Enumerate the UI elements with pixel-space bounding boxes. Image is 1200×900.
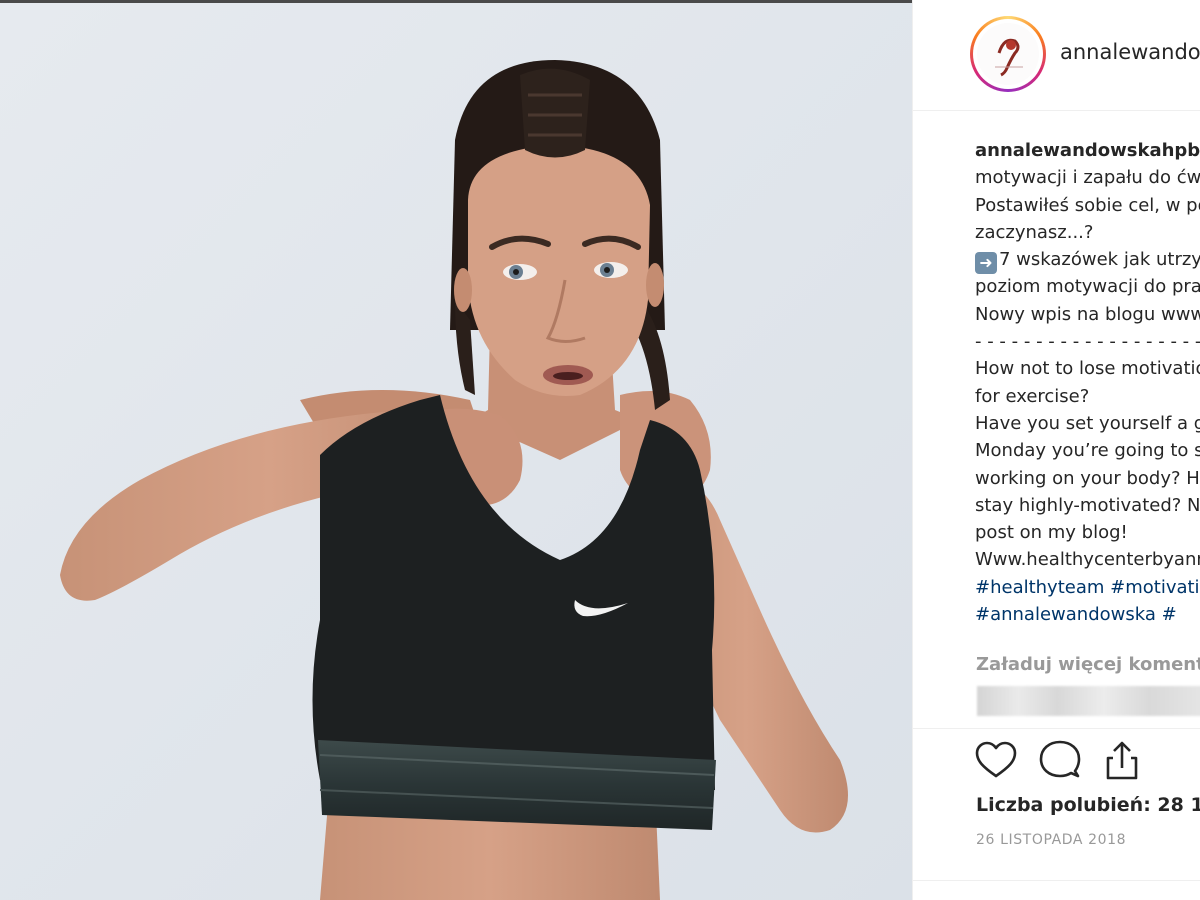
caption-line: Www.healthycenterbyann.com (975, 546, 1200, 573)
caption-line: ➜7 wskazówek jak utrzymać wysoki (975, 246, 1200, 275)
caption-line: motywacji i zapału do ćwiczeń? (975, 164, 1200, 191)
caption-hashtags[interactable]: #annalewandowska # (975, 601, 1200, 628)
heart-icon (975, 741, 1017, 778)
like-button[interactable] (973, 738, 1019, 784)
header-separator (913, 110, 1200, 111)
caption-line: working on your body? How to (975, 465, 1200, 492)
caption-line: stay highly-motivated? New (975, 492, 1200, 519)
caption-line-text: Postawiłeś sobie cel, w poniedziałek (975, 194, 1200, 216)
caption-line: for exercise? (975, 383, 1200, 410)
load-more-comments-link[interactable]: Załaduj więcej komentarzy (976, 654, 1200, 675)
share-button[interactable] (1099, 738, 1145, 784)
right-arrow-emoji-icon: ➜ (975, 252, 997, 275)
caption-line-text: #healthyteam #motivation (975, 576, 1200, 598)
caption-line: Postawiłeś sobie cel, w poniedziałek (975, 192, 1200, 219)
post-date[interactable]: 26 LISTOPADA 2018 (976, 832, 1126, 848)
avatar[interactable] (970, 16, 1046, 92)
comment-button[interactable] (1037, 738, 1083, 784)
header-username[interactable]: annalewandowskahpba (1060, 40, 1200, 64)
avatar-image (977, 23, 1039, 85)
caption-line-text: Monday you’re going to start (975, 440, 1200, 462)
caption-line: How not to lose motivation (975, 355, 1200, 382)
caption-username[interactable]: annalewandowskahpba (975, 137, 1200, 164)
caption-hashtags[interactable]: #healthyteam #motivation (975, 574, 1200, 601)
avatar-frame (973, 19, 1043, 89)
caption-line: Nowy wpis na blogu www.healthy (975, 301, 1200, 328)
share-icon (1106, 741, 1138, 780)
photo-woman-boxing-pose (0, 0, 912, 900)
post-caption: annalewandowskahpba motywacji i zapału do… (975, 137, 1200, 628)
caption-line-text: zaczynasz...? (975, 221, 1094, 243)
caption-line-text: #annalewandowska # (975, 604, 1177, 626)
caption-line-text: Www.healthycenterbyann.com (975, 549, 1200, 571)
caption-line-text: stay highly-motivated? New (975, 494, 1200, 516)
actions-separator (913, 728, 1200, 729)
caption-line: Monday you’re going to start (975, 437, 1200, 464)
caption-line: post on my blog! (975, 519, 1200, 546)
caption-line-text: 7 wskazówek jak utrzymać wysoki (999, 249, 1200, 271)
caption-line: zaczynasz...? (975, 219, 1200, 246)
caption-line-text: poziom motywacji do pracy nad sobą! (975, 276, 1200, 298)
caption-line-text: post on my blog! (975, 522, 1128, 544)
caption-line-text: Nowy wpis na blogu www.healthy (975, 303, 1200, 325)
caption-line-text: Have you set yourself a goal and on (975, 412, 1200, 434)
comment-icon (1039, 740, 1081, 778)
caption-line-text: motywacji i zapału do ćwiczeń? (975, 167, 1200, 189)
caption-line: - - - - - - - - - - - - - - - - - - - - … (975, 328, 1200, 355)
caption-line: poziom motywacji do pracy nad sobą! (975, 273, 1200, 300)
blurred-comment (977, 686, 1200, 716)
caption-line: Have you set yourself a goal and on (975, 410, 1200, 437)
post-side-panel: annalewandowskahpba annalewandowskahpba m… (913, 0, 1200, 900)
caption-line-text: - - - - - - - - - - - - - - - - - - - - … (975, 331, 1200, 353)
caption-line-text: annalewandowskahpba (975, 140, 1200, 161)
caption-line-text: for exercise? (975, 385, 1090, 407)
caption-line-text: working on your body? How to (975, 467, 1200, 489)
caption-line-text: How not to lose motivation (975, 358, 1200, 380)
post-header: annalewandowskahpba (913, 0, 1200, 110)
footer-separator (913, 880, 1200, 881)
avatar-logo-icon (977, 23, 1039, 85)
likes-count[interactable]: Liczba polubień: 28 1 (976, 794, 1200, 816)
post-photo[interactable] (0, 0, 912, 900)
